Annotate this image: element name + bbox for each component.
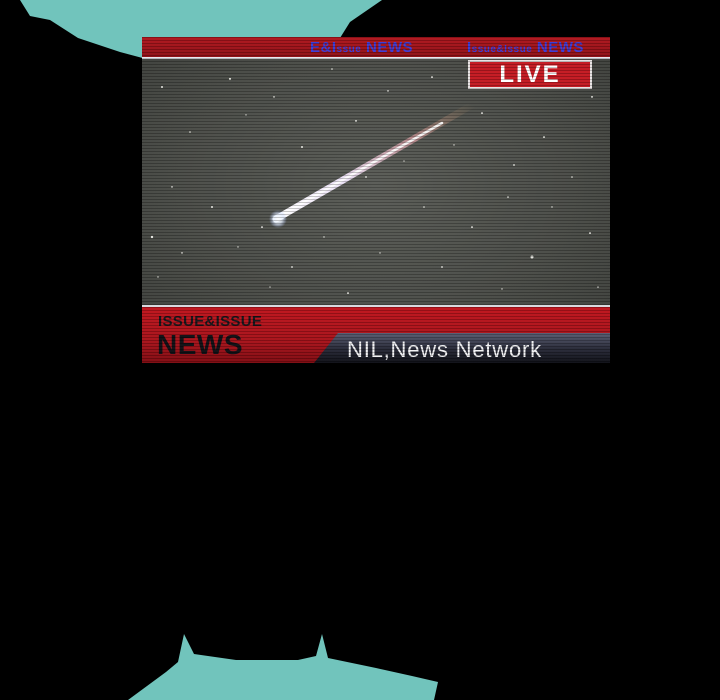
lower-third-banner: ISSUE&ISSUE NEWS NIL,News Network bbox=[142, 305, 610, 363]
speech-bubble-bottom-shape bbox=[128, 634, 438, 700]
meteor-head bbox=[269, 210, 287, 228]
ticker-item: E&Issue NEWS bbox=[310, 39, 413, 56]
brand-subtitle: ISSUE&ISSUE bbox=[158, 313, 263, 330]
ticker-item: Issue&Issue NEWS bbox=[467, 39, 584, 56]
meteor-trail-core bbox=[276, 121, 444, 219]
meteor-scene bbox=[150, 68, 599, 334]
night-sky bbox=[142, 57, 610, 342]
stars bbox=[150, 68, 599, 334]
live-badge: LIVE bbox=[468, 60, 592, 89]
ticker-bar: E&Issue NEWS Issue&Issue NEWS bbox=[142, 37, 610, 59]
comic-panel: E&Issue NEWS Issue&Issue NEWS LIVE ISSUE… bbox=[0, 0, 720, 700]
brand-title: NEWS bbox=[157, 329, 243, 360]
news-broadcast-screen: E&Issue NEWS Issue&Issue NEWS LIVE ISSUE… bbox=[142, 37, 610, 363]
network-name: NIL,News Network bbox=[347, 337, 542, 362]
